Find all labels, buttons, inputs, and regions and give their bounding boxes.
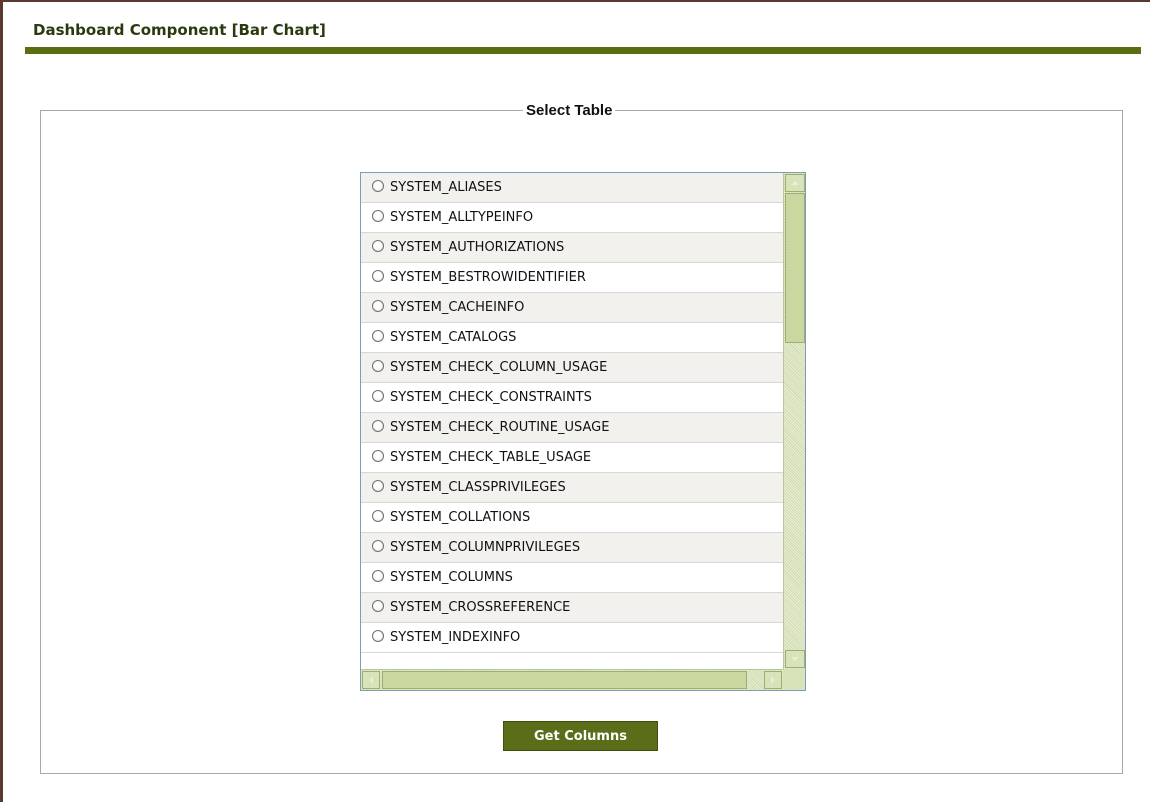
table-option-row[interactable]: SYSTEM_CHECK_CONSTRAINTS <box>361 383 783 413</box>
scrollbar-corner <box>783 669 805 690</box>
table-option-label: SYSTEM_COLLATIONS <box>390 510 531 525</box>
get-columns-button[interactable]: Get Columns <box>503 721 658 751</box>
table-option-row[interactable]: SYSTEM_COLUMNPRIVILEGES <box>361 533 783 563</box>
table-option-label: SYSTEM_CACHEINFO <box>390 300 525 315</box>
radio-button-icon[interactable] <box>372 599 384 612</box>
radio-button-icon[interactable] <box>372 539 384 552</box>
table-option-row[interactable]: SYSTEM_CACHEINFO <box>361 293 783 323</box>
table-list-box: SYSTEM_ALIASES SYSTEM_ALLTYPEINFO SYSTEM_A… <box>360 172 806 691</box>
table-option-row[interactable]: SYSTEM_CROSSREFERENCE <box>361 593 783 623</box>
table-option-label: SYSTEM_CHECK_COLUMN_USAGE <box>390 360 608 375</box>
radio-button-icon[interactable] <box>372 269 384 282</box>
radio-button-icon[interactable] <box>372 209 384 222</box>
table-option-label: SYSTEM_CROSSREFERENCE <box>390 600 571 615</box>
window-left-border <box>0 0 3 802</box>
scroll-down-button[interactable] <box>785 650 805 668</box>
table-option-row[interactable]: SYSTEM_ALLTYPEINFO <box>361 203 783 233</box>
table-option-label: SYSTEM_CLASSPRIVILEGES <box>390 480 566 495</box>
table-list: SYSTEM_ALIASES SYSTEM_ALLTYPEINFO SYSTEM_A… <box>361 173 783 669</box>
horizontal-scrollbar[interactable] <box>361 669 783 690</box>
radio-button-icon[interactable] <box>372 179 384 192</box>
vertical-scroll-thumb[interactable] <box>785 193 805 343</box>
table-option-label: SYSTEM_INDEXINFO <box>390 630 521 645</box>
arrow-left-icon <box>369 676 373 684</box>
table-option-row[interactable]: SYSTEM_COLLATIONS <box>361 503 783 533</box>
table-option-row[interactable]: SYSTEM_COLUMNS <box>361 563 783 593</box>
radio-button-icon[interactable] <box>372 329 384 342</box>
table-option-label: SYSTEM_ALLTYPEINFO <box>390 210 534 225</box>
table-option-row[interactable]: SYSTEM_BESTROWIDENTIFIER <box>361 263 783 293</box>
table-option-label: SYSTEM_CHECK_ROUTINE_USAGE <box>390 420 610 435</box>
radio-button-icon[interactable] <box>372 449 384 462</box>
title-divider <box>25 47 1141 54</box>
horizontal-scroll-thumb[interactable] <box>382 671 747 689</box>
radio-button-icon[interactable] <box>372 239 384 252</box>
table-option-label: SYSTEM_CHECK_TABLE_USAGE <box>390 450 592 465</box>
arrow-up-icon <box>791 181 799 185</box>
table-option-label: SYSTEM_CATALOGS <box>390 330 517 345</box>
page-title: Dashboard Component [Bar Chart] <box>33 21 326 39</box>
table-option-label: SYSTEM_ALIASES <box>390 180 502 195</box>
table-option-row[interactable]: SYSTEM_ALIASES <box>361 173 783 203</box>
radio-button-icon[interactable] <box>372 509 384 522</box>
scroll-left-button[interactable] <box>362 671 380 689</box>
arrow-down-icon <box>791 657 799 661</box>
scroll-right-button[interactable] <box>764 671 782 689</box>
table-option-row[interactable]: SYSTEM_CLASSPRIVILEGES <box>361 473 783 503</box>
table-option-row[interactable]: SYSTEM_AUTHORIZATIONS <box>361 233 783 263</box>
window-top-border <box>0 0 1150 2</box>
scroll-up-button[interactable] <box>785 174 805 192</box>
table-option-row[interactable]: SYSTEM_INDEXINFO <box>361 623 783 653</box>
table-option-row[interactable]: SYSTEM_CHECK_COLUMN_USAGE <box>361 353 783 383</box>
radio-button-icon[interactable] <box>372 569 384 582</box>
radio-button-icon[interactable] <box>372 299 384 312</box>
table-option-label: SYSTEM_AUTHORIZATIONS <box>390 240 565 255</box>
select-table-legend: Select Table <box>526 102 613 119</box>
table-option-row[interactable]: SYSTEM_CHECK_TABLE_USAGE <box>361 443 783 473</box>
table-option-label: SYSTEM_COLUMNPRIVILEGES <box>390 540 581 555</box>
table-option-row[interactable]: SYSTEM_CATALOGS <box>361 323 783 353</box>
table-option-label: SYSTEM_BESTROWIDENTIFIER <box>390 270 586 285</box>
vertical-scrollbar[interactable] <box>783 173 805 669</box>
radio-button-icon[interactable] <box>372 419 384 432</box>
radio-button-icon[interactable] <box>372 359 384 372</box>
table-option-label: SYSTEM_COLUMNS <box>390 570 513 585</box>
radio-button-icon[interactable] <box>372 389 384 402</box>
table-option-label: SYSTEM_CHECK_CONSTRAINTS <box>390 390 592 405</box>
arrow-right-icon <box>771 676 775 684</box>
table-option-row[interactable]: SYSTEM_CHECK_ROUTINE_USAGE <box>361 413 783 443</box>
radio-button-icon[interactable] <box>372 629 384 642</box>
radio-button-icon[interactable] <box>372 479 384 492</box>
